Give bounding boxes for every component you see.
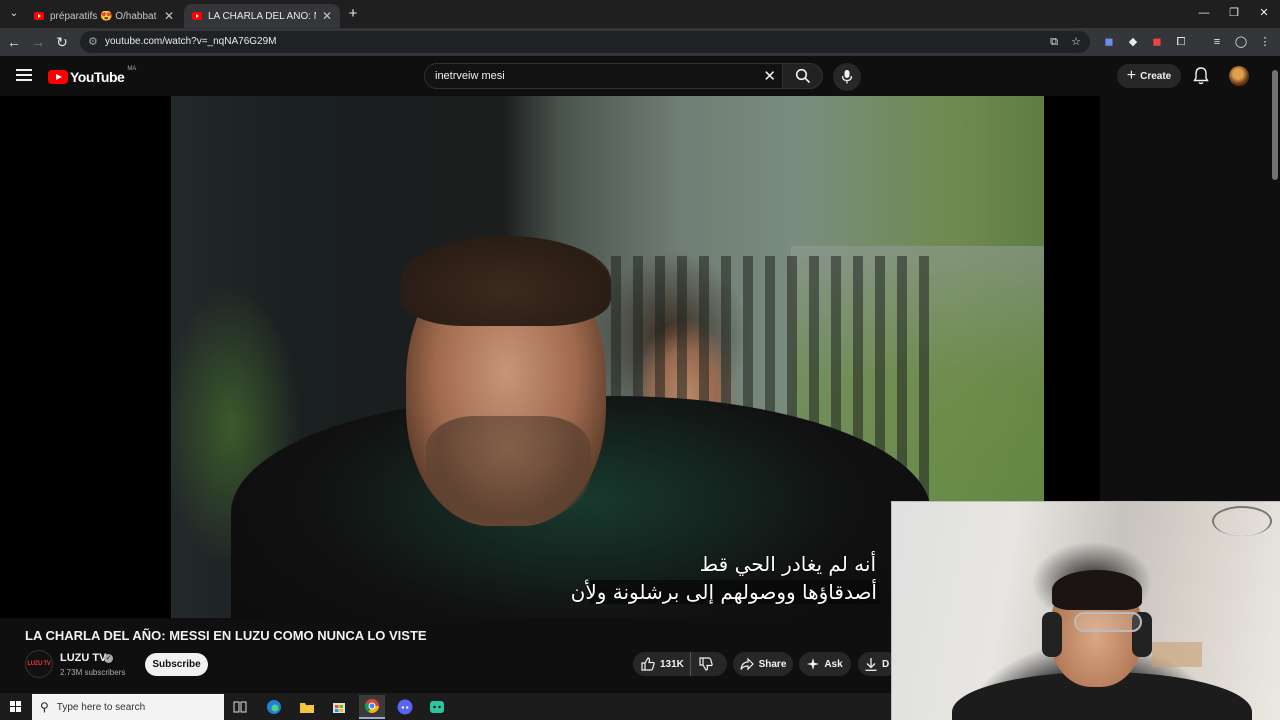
download-label: D <box>882 658 890 670</box>
webcam-overlay <box>891 501 1280 720</box>
address-url: youtube.com/watch?v=_nqNA76G29M <box>105 36 277 47</box>
windows-start-button[interactable] <box>0 693 30 720</box>
clear-search-icon[interactable]: ✕ <box>763 67 776 85</box>
download-icon <box>865 657 877 671</box>
back-arrow-icon[interactable]: ← <box>4 32 24 52</box>
tab-title: LA CHARLA DEL AÑO: MESSI EN <box>208 10 316 22</box>
edge-browser-icon[interactable] <box>261 695 287 719</box>
account-avatar[interactable] <box>1229 66 1249 86</box>
headphone-left <box>1042 612 1062 657</box>
verified-badge-icon: ✓ <box>104 654 113 663</box>
browser-tab-strip: ⌄ préparatifs 😍 Ő/habbat abdel ✕ LA CHAR… <box>0 0 1280 28</box>
browser-tab-active[interactable]: LA CHARLA DEL AÑO: MESSI EN ✕ <box>184 4 340 28</box>
video-title: LA CHARLA DEL AÑO: MESSI EN LUZU COMO NU… <box>25 628 427 643</box>
microphone-icon <box>841 70 853 84</box>
sparkle-icon <box>807 658 820 670</box>
file-explorer-icon[interactable] <box>294 695 320 719</box>
youtube-favicon-icon <box>192 12 202 20</box>
webcam-background-shelf <box>1152 642 1202 667</box>
like-button[interactable]: 131K <box>633 652 691 676</box>
scrollbar-thumb[interactable] <box>1272 70 1278 180</box>
search-input[interactable]: inetrveiw mesi ✕ <box>424 63 782 89</box>
channel-name[interactable]: LUZU TV <box>60 652 106 664</box>
restore-window-icon[interactable]: ❐ <box>1217 4 1251 22</box>
microsoft-store-icon[interactable] <box>326 695 352 719</box>
voice-search-button[interactable] <box>833 63 861 91</box>
subscriber-count: 2.73M subscribers <box>60 668 126 677</box>
task-view-icon[interactable] <box>227 695 253 719</box>
close-window-icon[interactable]: ✕ <box>1247 4 1280 22</box>
extension-diamond-icon[interactable]: ◆ <box>1125 34 1141 50</box>
extension-red-icon[interactable]: ◼ <box>1149 34 1165 50</box>
reload-icon[interactable]: ↻ <box>52 32 72 52</box>
ask-button[interactable]: Ask <box>799 652 851 676</box>
share-button[interactable]: Share <box>733 652 793 676</box>
caption-line-1: أنه لم يغادر الحي قط <box>699 552 876 576</box>
taskbar-search-box[interactable]: ⚲ Type here to search <box>32 694 224 720</box>
thumbs-down-icon <box>699 657 713 671</box>
browser-toolbar: ← → ↻ ⚙ youtube.com/watch?v=_nqNA76G29M … <box>0 28 1280 56</box>
youtube-wordmark: YouTube <box>70 69 125 85</box>
minimize-window-icon[interactable]: — <box>1187 4 1221 22</box>
media-controls-icon[interactable]: ≡ <box>1209 34 1225 50</box>
address-bar[interactable]: ⚙ youtube.com/watch?v=_nqNA76G29M <box>80 31 1090 53</box>
like-count: 131K <box>660 658 684 670</box>
discord-icon[interactable] <box>392 695 418 719</box>
chrome-browser-icon[interactable] <box>359 695 385 719</box>
caption-line-2: أصدقاؤها ووصولهم إلى برشلونة ولأن <box>571 580 880 604</box>
like-dislike-group: 131K <box>633 652 727 676</box>
channel-avatar[interactable]: LUZU TV <box>25 650 53 678</box>
search-query: inetrveiw mesi <box>435 70 505 82</box>
create-button[interactable]: + Create <box>1117 64 1181 88</box>
close-tab-icon[interactable]: ✕ <box>164 9 174 23</box>
ask-label: Ask <box>824 658 843 670</box>
windows-logo-icon <box>9 701 21 712</box>
search-icon: ⚲ <box>40 700 49 714</box>
bookmark-star-icon[interactable]: ☆ <box>1068 34 1084 50</box>
guide-menu-icon[interactable] <box>16 66 32 86</box>
thumbs-up-icon <box>641 657 655 671</box>
install-app-icon[interactable]: ⧉ <box>1046 34 1062 50</box>
profile-icon[interactable]: ◯ <box>1233 34 1249 50</box>
youtube-play-logo-icon <box>48 70 68 84</box>
extensions-puzzle-icon[interactable]: ⧠ <box>1173 34 1189 50</box>
video-subject-beard <box>426 416 591 526</box>
webcam-person-glasses <box>1074 612 1142 632</box>
search-button[interactable] <box>782 63 823 89</box>
plus-icon: + <box>1126 67 1137 84</box>
webcam-person-hair <box>1052 570 1142 610</box>
share-arrow-icon <box>739 657 754 671</box>
search-icon <box>795 68 810 84</box>
video-subject-hair <box>401 236 611 326</box>
app-launcher-icon[interactable] <box>424 695 450 719</box>
notifications-bell-icon[interactable] <box>1192 66 1210 86</box>
create-label: Create <box>1140 70 1172 82</box>
youtube-masthead: YouTube MA inetrveiw mesi ✕ <box>0 56 1270 96</box>
subscribe-button[interactable]: Subscribe <box>145 653 208 676</box>
dislike-button[interactable] <box>691 652 726 676</box>
new-tab-plus-icon[interactable]: + <box>343 4 363 24</box>
youtube-logo[interactable]: YouTube MA <box>48 66 137 85</box>
browser-tab[interactable]: préparatifs 😍 Ő/habbat abdel ✕ <box>26 4 182 28</box>
tab-search-chevron-icon[interactable]: ⌄ <box>4 4 24 24</box>
forward-arrow-icon[interactable]: → <box>28 32 48 52</box>
webcam-ceiling-lamp <box>1212 506 1272 536</box>
share-label: Share <box>758 658 787 670</box>
translate-extension-icon[interactable]: ◼ <box>1101 34 1117 50</box>
site-info-icon[interactable]: ⚙ <box>88 35 98 48</box>
close-tab-icon[interactable]: ✕ <box>322 9 332 23</box>
youtube-favicon-icon <box>34 12 44 20</box>
browser-menu-icon[interactable]: ⋮ <box>1257 34 1273 50</box>
tab-title: préparatifs 😍 Ő/habbat abdel <box>50 10 158 22</box>
taskbar-search-placeholder: Type here to search <box>56 701 146 713</box>
country-code: MA <box>127 66 137 72</box>
